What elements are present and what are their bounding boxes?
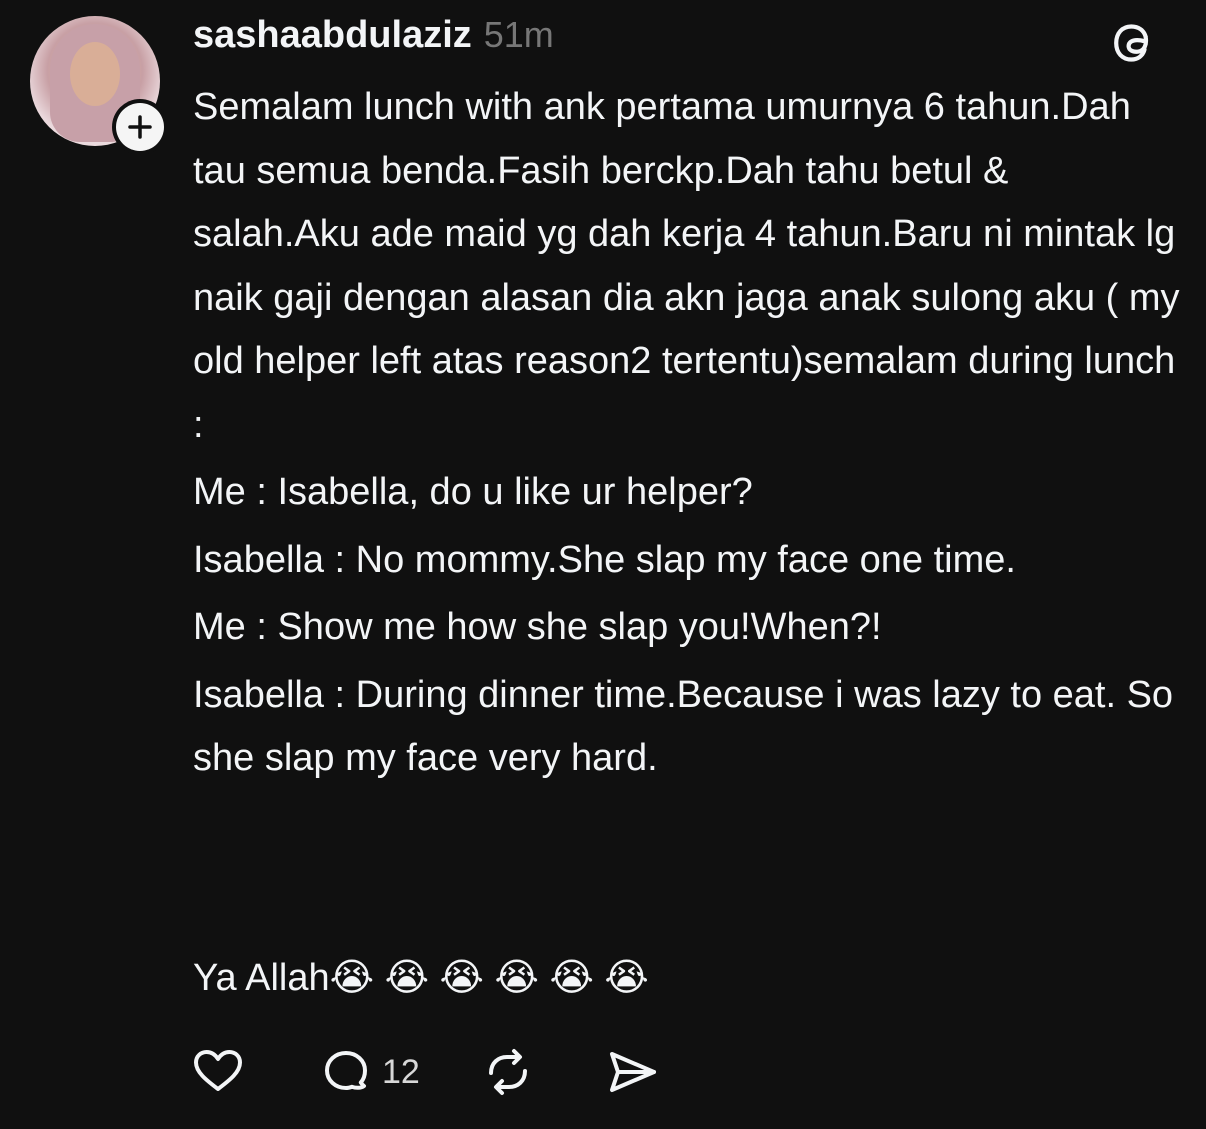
post-paragraph: Me : Isabella, do u like ur helper? [193,471,753,513]
username[interactable]: sashaabdulaziz [193,14,472,57]
post-paragraph: Isabella : No mommy.She slap my face one… [193,538,1016,581]
post-paragraph: Me : Show me how she slap you!When?! [193,606,882,648]
threads-logo-icon[interactable] [1109,18,1159,68]
comment-bubble-icon [325,1051,367,1090]
post-header: sashaabdulaziz 51m [193,14,554,64]
post-body: Semalam lunch with ank pertama umurnya 6… [193,76,1183,791]
post-actions: 12 [190,1044,660,1100]
plus-icon [128,115,152,139]
reply-button[interactable]: 12 [318,1044,420,1100]
post-closing-text: Ya Allah😭 😭 😭 😭 😭 😭 [193,957,649,999]
reply-count: 12 [382,1052,420,1091]
send-icon [609,1052,656,1092]
repost-icon [488,1049,527,1095]
repost-button[interactable] [480,1044,536,1100]
share-button[interactable] [604,1044,660,1100]
post-paragraph: Semalam lunch with ank pertama umurnya 6… [193,86,1180,446]
like-button[interactable] [190,1044,246,1100]
post-paragraph: Isabella : During dinner time.Because i … [193,673,1174,780]
follow-button[interactable] [112,99,168,155]
post-timestamp: 51m [483,14,554,55]
follow-button-inner [116,103,164,151]
avatar-face [70,42,120,106]
heart-icon [194,1050,242,1091]
